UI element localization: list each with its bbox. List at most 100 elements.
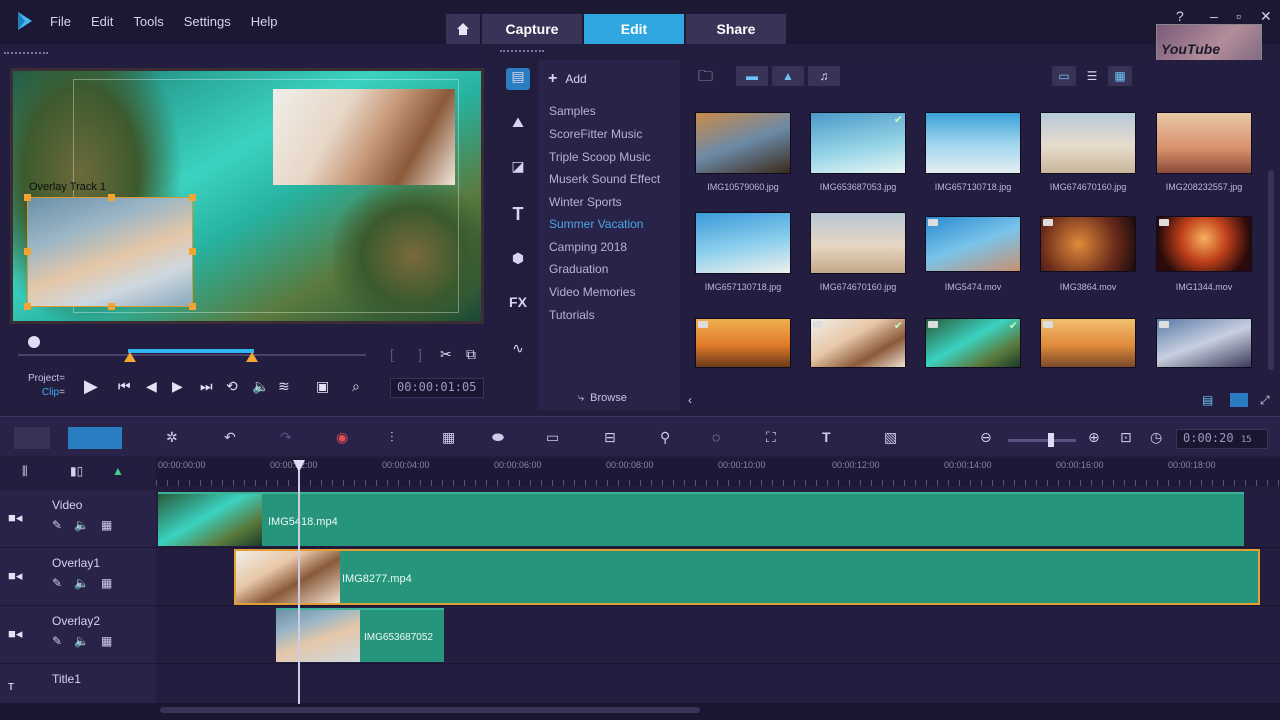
menu-edit[interactable]: Edit — [91, 14, 113, 29]
overlay1-preview[interactable] — [24, 194, 196, 310]
track-lane-video[interactable]: IMG5418.mp4 — [156, 490, 1280, 548]
minimize-icon[interactable]: – — [1210, 8, 1218, 24]
track-controls[interactable]: ✎🔈▦ — [52, 518, 124, 532]
view-list-button[interactable]: ☰ — [1080, 66, 1104, 86]
fx-icon[interactable]: FX — [506, 294, 530, 316]
timeline-view-button[interactable] — [68, 427, 122, 449]
ripple-edit-icon[interactable]: ▮▯ — [70, 464, 83, 478]
instant-project-icon[interactable]: ⛰ — [506, 114, 530, 136]
pan-zoom-icon[interactable]: ⛶ — [766, 429, 776, 446]
view-thumbnails-button[interactable]: ▭ — [1052, 66, 1076, 86]
folder-scorefitter[interactable]: ScoreFitter Music — [549, 127, 642, 141]
redo-icon[interactable]: ↷ — [280, 429, 292, 446]
mark-out-icon[interactable]: ] — [418, 346, 422, 362]
title-tool-icon[interactable]: T — [822, 429, 831, 445]
panel-grip[interactable] — [4, 52, 48, 55]
resize-handle[interactable] — [24, 194, 31, 201]
folder-samples[interactable]: Samples — [549, 104, 596, 118]
show-videos-toggle[interactable]: ▬ — [736, 66, 768, 86]
folder-muserk[interactable]: Muserk Sound Effect — [549, 172, 660, 186]
media-thumb[interactable] — [925, 216, 1021, 272]
menu-help[interactable]: Help — [251, 14, 278, 29]
hd-preview-icon[interactable]: ≋ — [278, 378, 290, 395]
track-manager-icon[interactable]: ✲ — [166, 429, 178, 446]
media-thumb[interactable] — [695, 112, 791, 174]
media-thumb[interactable] — [925, 112, 1021, 174]
track-lane-overlay1[interactable]: IMG8277.mp4 — [156, 548, 1280, 606]
timeline-zoom-slider[interactable] — [1008, 439, 1076, 442]
panel-grip[interactable] — [500, 50, 544, 53]
resize-handle[interactable] — [108, 303, 115, 310]
media-thumb[interactable] — [1040, 216, 1136, 272]
media-thumb[interactable] — [1156, 112, 1252, 174]
show-photos-toggle[interactable]: ▲ — [772, 66, 804, 86]
repeat-icon[interactable]: ⟲ — [226, 378, 238, 395]
media-thumb[interactable] — [1156, 216, 1252, 272]
zoom-preview-icon[interactable]: ⌕ — [352, 378, 360, 395]
preview-timecode[interactable]: 00:00:01:05 — [390, 378, 484, 398]
menu-tools[interactable]: Tools — [133, 14, 163, 29]
timeline-zoom-knob[interactable] — [1048, 433, 1054, 447]
media-thumb[interactable]: ✔ — [810, 112, 906, 174]
trim-end-marker[interactable] — [246, 352, 258, 362]
resize-handle[interactable] — [189, 248, 196, 255]
overlay2-preview[interactable] — [273, 89, 455, 185]
import-folder-icon[interactable]: 🗀 — [698, 66, 713, 91]
browse-button[interactable]: ⤷ Browse — [578, 392, 627, 405]
track-lane-overlay2[interactable]: IMG653687052 — [156, 606, 1280, 664]
mask-creator-icon[interactable]: ◌ — [712, 429, 720, 445]
folder-triple-scoop[interactable]: Triple Scoop Music — [549, 150, 651, 164]
undo-icon[interactable]: ↶ — [224, 429, 236, 446]
timeline-ruler[interactable]: 00:00:00:00 00:00:02:00 00:00:04:00 00:0… — [156, 458, 1280, 486]
timeline-scrollbar[interactable] — [160, 707, 700, 713]
record-capture-icon[interactable]: ◉ — [336, 429, 348, 446]
project-clip-toggle[interactable]: Project= Clip= — [28, 372, 65, 400]
fit-project-icon[interactable]: ⊡ — [1120, 429, 1132, 446]
view-grid-button[interactable]: ▦ — [1108, 66, 1132, 86]
track-header-overlay1[interactable]: ■◂ Overlay1 ✎🔈▦ — [0, 548, 156, 606]
transition-icon[interactable]: ◪ — [506, 158, 530, 180]
timeline-playhead[interactable] — [298, 460, 300, 704]
auto-music-icon[interactable]: ▦ — [442, 429, 455, 446]
media-thumb[interactable]: ✔ — [810, 318, 906, 368]
expand-panel-icon[interactable]: ⤢ — [1260, 393, 1270, 408]
graphics-icon[interactable]: ⬢ — [506, 250, 530, 272]
track-header-overlay2[interactable]: ■◂ Overlay2 ✎🔈▦ — [0, 606, 156, 664]
tab-capture[interactable]: Capture — [482, 14, 582, 44]
go-start-icon[interactable]: ⏮ — [118, 378, 131, 395]
tab-edit[interactable]: Edit — [584, 14, 684, 44]
mark-in-icon[interactable]: [ — [390, 346, 394, 362]
next-frame-icon[interactable]: ▶ — [172, 378, 183, 395]
menu-settings[interactable]: Settings — [184, 14, 231, 29]
enlarge-preview-icon[interactable]: ⧉ — [466, 346, 476, 363]
folder-camping[interactable]: Camping 2018 — [549, 240, 627, 254]
time-remap-icon[interactable]: ⚲ — [660, 429, 670, 446]
subtitle-editor-icon[interactable]: ▭ — [546, 429, 559, 446]
media-thumb[interactable] — [695, 212, 791, 274]
track-lane-title1[interactable] — [156, 664, 1280, 704]
folder-video-memories[interactable]: Video Memories — [549, 285, 635, 299]
resize-handle[interactable] — [24, 248, 31, 255]
collapse-library-icon[interactable]: ‹ — [688, 393, 692, 407]
media-thumb[interactable]: ✔ — [925, 318, 1021, 368]
timeline-clip[interactable]: IMG8277.mp4 — [234, 549, 1260, 605]
prev-frame-icon[interactable]: ◀ — [146, 378, 157, 395]
show-audio-toggle[interactable]: ♫ — [808, 66, 840, 86]
media-thumb[interactable] — [1156, 318, 1252, 368]
home-button[interactable] — [446, 14, 480, 44]
close-icon[interactable]: ✕ — [1260, 8, 1272, 25]
media-thumb[interactable] — [1040, 112, 1136, 174]
folder-graduation[interactable]: Graduation — [549, 262, 608, 276]
path-icon[interactable]: ∿ — [506, 340, 530, 362]
track-controls[interactable]: ✎🔈▦ — [52, 576, 124, 590]
track-header-title1[interactable]: т Title1 — [0, 664, 156, 704]
trim-start-marker[interactable] — [124, 352, 136, 362]
color-grading-icon[interactable]: ▧ — [884, 429, 897, 446]
zoom-in-icon[interactable]: ⊕ — [1088, 429, 1100, 446]
go-end-icon[interactable]: ⏭ — [200, 378, 213, 395]
track-controls[interactable]: ✎🔈▦ — [52, 634, 124, 648]
media-thumb[interactable] — [1040, 318, 1136, 368]
media-thumb[interactable] — [695, 318, 791, 368]
zoom-out-icon[interactable]: ⊖ — [980, 429, 992, 446]
show-all-tracks-icon[interactable]: ⫼ — [22, 464, 28, 479]
